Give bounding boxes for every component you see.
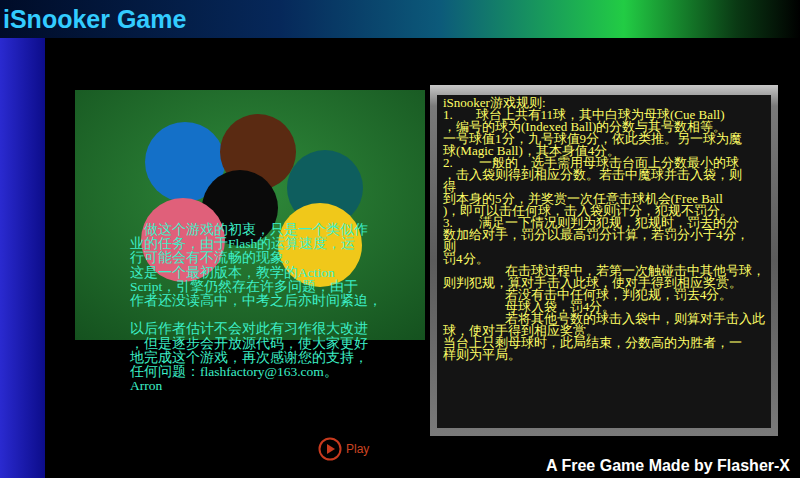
intro-line: 业的任务，由于Flash的运算速度，运 [130,237,382,251]
rule-line: 得 [443,181,771,193]
rule-line: 1. 球台上共有11球，其中白球为母球(Cue Ball) [443,109,771,121]
rule-line: ，击入袋则得到相应分数。若击中魔球并击入袋，则 [443,169,771,181]
rule-line: 2. 一般的，选手需用母球击台面上分数最小的球 [443,157,771,169]
rule-line: 若将其他号数的球击入袋中，则算对手击入此 [443,313,771,325]
rule-line: 当台上只剩母球时，此局结束，分数高的为胜者，一 [443,337,771,349]
play-icon [318,437,342,461]
intro-paragraph: 以后作者估计不会对此有习作很大改进，但是逐步会开放源代码，使大家更好地完成这个游… [130,322,382,393]
rule-line: iSnooker游戏规则: [443,97,771,109]
rules-text: iSnooker游戏规则:1. 球台上共有11球，其中白球为母球(Cue Bal… [437,95,771,428]
intro-column: 做这个游戏的初衷，只是一个类似作业的任务，由于Flash的运算速度，运行可能会有… [75,90,425,478]
rule-line: 球(Magic Ball)，其本身值4分。 [443,145,771,157]
rule-line: 若没有击中任何球，判犯规，罚去4分。 [443,289,771,301]
rule-line: 则判犯规，算对手击入此球，使对手得到相应奖赏。 [443,277,771,289]
intro-line: 以后作者估计不会对此有习作很大改进 [130,322,382,336]
rule-line: 则 [443,241,771,253]
intro-line: Script，引擎仍然存在许多问题，由于 [130,280,382,294]
rule-line: 3. 满足一下情况则判为犯规，犯规时，罚去的分 [443,217,771,229]
footer-credit: A Free Game Made by Flasher-X [430,454,790,478]
side-strip [0,38,45,478]
rule-line: 在击球过程中，若第一次触碰击中其他号球， [443,265,771,277]
play-button[interactable]: Play [318,437,425,461]
rule-line: 一号球值1分，九号球值9分，依此类推。另一球为魔 [443,133,771,145]
intro-line: 任何问题：flashfactory@163.com。 [130,365,382,379]
rule-line: 罚4分。 [443,253,771,265]
intro-line: 地完成这个游戏，再次感谢您的支持， [130,351,382,365]
intro-text: 做这个游戏的初衷，只是一个类似作业的任务，由于Flash的运算速度，运行可能会有… [130,223,382,393]
rule-line: 到本身的5分，并奖赏一次任意击球机会(Free Ball [443,193,771,205]
rule-line: )，即可以击任何球，击入袋则计分，犯规不罚分。 [443,205,771,217]
intro-line: 作者还没读高中，中考之后亦时间紧迫， [130,294,382,308]
intro-line: 行可能会有不流畅的现象。 [130,251,382,265]
rule-line: 球，使对手得到相应奖赏。 [443,325,771,337]
header-bar: iSnooker Game [0,0,800,38]
intro-line: 做这个游戏的初衷，只是一个类似作 [130,223,382,237]
rules-panel: iSnooker游戏规则:1. 球台上共有11球，其中白球为母球(Cue Bal… [430,85,778,436]
intro-line: Arron [130,379,382,393]
rules-column: iSnooker游戏规则:1. 球台上共有11球，其中白球为母球(Cue Bal… [430,85,778,478]
intro-line: ，但是逐步会开放源代码，使大家更好 [130,337,382,351]
rule-line: 母球入袋，罚4分。 [443,301,771,313]
rule-line: 样则为平局。 [443,349,771,361]
game-title: iSnooker Game [3,4,186,34]
rule-line: ，编号的球为(Indexed Ball)的分数与其号数相等。 [443,121,771,133]
play-label: Play [346,440,369,458]
intro-paragraph: 做这个游戏的初衷，只是一个类似作业的任务，由于Flash的运算速度，运行可能会有… [130,223,382,308]
rule-line: 数加给对手，罚分以最高罚分计算，若罚分小于4分， [443,229,771,241]
intro-line: 这是一个最初版本，教学的Action [130,266,382,280]
